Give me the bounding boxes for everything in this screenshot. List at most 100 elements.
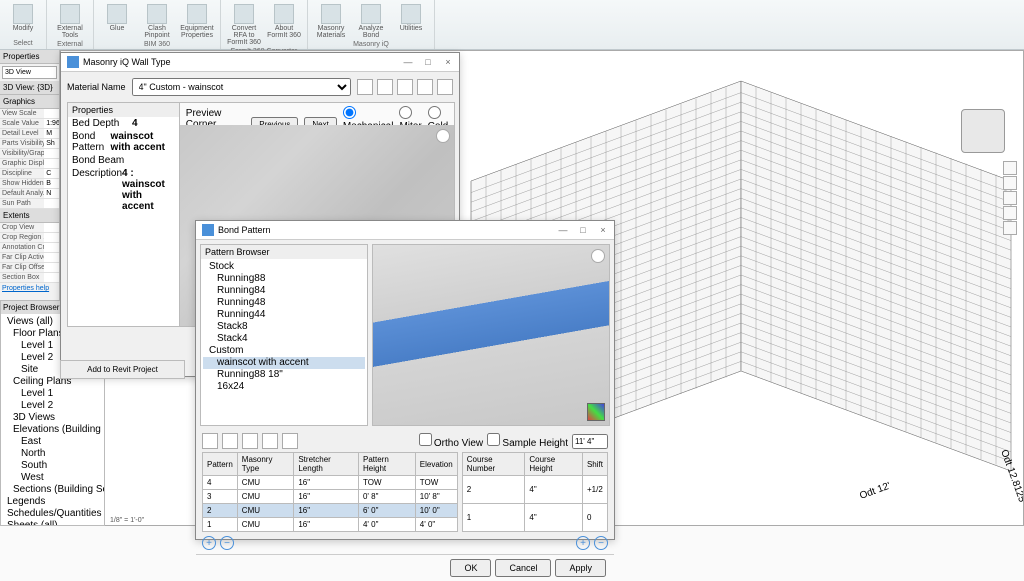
- table-row[interactable]: 14"0: [462, 504, 607, 532]
- sample-height-input[interactable]: [572, 434, 608, 449]
- property-row[interactable]: Annotation Cr...: [0, 243, 59, 253]
- add-to-revit-button[interactable]: Add to Revit Project: [60, 360, 185, 379]
- close-button[interactable]: ×: [443, 57, 453, 67]
- remove-course-icon[interactable]: −: [594, 536, 608, 550]
- tree-item[interactable]: Schedules/Quantities: [3, 508, 102, 520]
- material-name-select[interactable]: 4" Custom - wainscot: [132, 78, 351, 96]
- table-row[interactable]: 1CMU16"4' 0"4' 0": [203, 518, 458, 532]
- pattern-tree-item[interactable]: wainscot with accent: [203, 357, 365, 369]
- table-row[interactable]: 2CMU16"6' 0"10' 0": [203, 504, 458, 518]
- table-row[interactable]: 24"+1/2: [462, 476, 607, 504]
- tree-item[interactable]: Level 2: [3, 400, 102, 412]
- pattern-tree-item[interactable]: Running48: [203, 297, 365, 309]
- close-button[interactable]: ×: [598, 225, 608, 235]
- tree-item[interactable]: West: [3, 472, 102, 484]
- property-row[interactable]: View Scale: [0, 109, 59, 119]
- view-type-selector[interactable]: 3D View: [2, 66, 57, 79]
- save-pattern-icon[interactable]: [242, 433, 258, 449]
- ribbon: ModifySelectExternal ToolsExternalGlueCl…: [0, 0, 1024, 50]
- property-row[interactable]: Graphic Displ...: [0, 159, 59, 169]
- ortho-view-checkbox[interactable]: Ortho View: [419, 433, 484, 449]
- tree-item[interactable]: 3D Views: [3, 412, 102, 424]
- tree-item[interactable]: Sheets (all): [3, 520, 102, 526]
- add-course-icon[interactable]: +: [576, 536, 590, 550]
- properties-help-link[interactable]: Properties help: [0, 283, 59, 294]
- pattern-tree-item[interactable]: Running44: [203, 309, 365, 321]
- tree-item[interactable]: South: [3, 460, 102, 472]
- tree-item[interactable]: East: [3, 436, 102, 448]
- tree-item[interactable]: Elevations (Building Elevation): [3, 424, 102, 436]
- remove-row-icon[interactable]: −: [220, 536, 234, 550]
- cancel-button[interactable]: Cancel: [495, 559, 551, 577]
- ribbon-button[interactable]: Analyze Bond: [352, 2, 390, 41]
- tree-item[interactable]: North: [3, 448, 102, 460]
- ribbon-button[interactable]: Convert RFA to FormIt 360: [225, 2, 263, 48]
- property-row[interactable]: Scale Value1:96: [0, 119, 59, 129]
- pattern-tree-item[interactable]: Stock: [203, 261, 365, 273]
- copy-pattern-icon[interactable]: [222, 433, 238, 449]
- pattern-tree-item[interactable]: Running84: [203, 285, 365, 297]
- sample-height-checkbox[interactable]: Sample Height: [487, 433, 568, 449]
- view-cube-icon[interactable]: [587, 403, 605, 421]
- ribbon-button[interactable]: Utilities: [392, 2, 430, 41]
- pattern-tree-item[interactable]: 16x24: [203, 381, 365, 393]
- minimize-button[interactable]: —: [403, 57, 413, 67]
- export-icon[interactable]: [437, 79, 453, 95]
- tree-item[interactable]: Level 1: [3, 388, 102, 400]
- ribbon-button[interactable]: Glue: [98, 2, 136, 41]
- minimize-button[interactable]: —: [558, 225, 568, 235]
- ribbon-button[interactable]: Masonry Materials: [312, 2, 350, 41]
- nav-zoom-icon[interactable]: [1003, 206, 1017, 220]
- pattern-tree-item[interactable]: Stack4: [203, 333, 365, 345]
- add-row-icon[interactable]: +: [202, 536, 216, 550]
- property-row[interactable]: Crop Region ...: [0, 233, 59, 243]
- ribbon-button[interactable]: Modify: [4, 2, 42, 34]
- maximize-button[interactable]: □: [423, 57, 433, 67]
- ribbon-button[interactable]: Equipment Properties: [178, 2, 216, 41]
- property-row[interactable]: Crop View: [0, 223, 59, 233]
- extents-header: Extents: [0, 209, 59, 223]
- pattern-tree-item[interactable]: Custom: [203, 345, 365, 357]
- home-icon[interactable]: [591, 249, 605, 263]
- property-row[interactable]: Default Analy...N: [0, 189, 59, 199]
- app-icon: [67, 56, 79, 68]
- pattern-tree-item[interactable]: Running88 18": [203, 369, 365, 381]
- course-table[interactable]: Course NumberCourse HeightShift24"+1/214…: [462, 452, 608, 532]
- table-row[interactable]: 4CMU16"TOWTOW: [203, 476, 458, 490]
- ribbon-button[interactable]: Clash Pinpoint: [138, 2, 176, 41]
- home-icon[interactable]: [436, 129, 450, 143]
- nav-home-icon[interactable]: [1003, 161, 1017, 175]
- tree-item[interactable]: Sections (Building Section): [3, 484, 102, 496]
- ok-button[interactable]: OK: [450, 559, 491, 577]
- pattern-table[interactable]: PatternMasonry TypeStretcher LengthPatte…: [202, 452, 458, 532]
- property-row[interactable]: Visibility/Grap...: [0, 149, 59, 159]
- pattern-tree-item[interactable]: Running88: [203, 273, 365, 285]
- pattern-tree-item[interactable]: Stack8: [203, 321, 365, 333]
- save-icon[interactable]: [397, 79, 413, 95]
- pattern-preview[interactable]: [372, 244, 610, 426]
- nav-pan-icon[interactable]: [1003, 191, 1017, 205]
- property-row[interactable]: Far Clip Offset: [0, 263, 59, 273]
- property-row[interactable]: Far Clip Active: [0, 253, 59, 263]
- ribbon-button[interactable]: External Tools: [51, 2, 89, 41]
- export-pattern-icon[interactable]: [282, 433, 298, 449]
- property-row[interactable]: Parts VisibilitySh: [0, 139, 59, 149]
- new-icon[interactable]: [357, 79, 373, 95]
- import-pattern-icon[interactable]: [262, 433, 278, 449]
- view-cube[interactable]: [961, 109, 1005, 153]
- property-row[interactable]: DisciplineC: [0, 169, 59, 179]
- table-row[interactable]: 3CMU16"0' 8"10' 8": [203, 490, 458, 504]
- property-row[interactable]: Show Hidden ...B: [0, 179, 59, 189]
- apply-button[interactable]: Apply: [555, 559, 606, 577]
- nav-wheel-icon[interactable]: [1003, 176, 1017, 190]
- ribbon-button[interactable]: About FormIt 360: [265, 2, 303, 48]
- tree-item[interactable]: Legends: [3, 496, 102, 508]
- import-icon[interactable]: [417, 79, 433, 95]
- copy-icon[interactable]: [377, 79, 393, 95]
- property-row[interactable]: Section Box: [0, 273, 59, 283]
- maximize-button[interactable]: □: [578, 225, 588, 235]
- new-pattern-icon[interactable]: [202, 433, 218, 449]
- nav-orbit-icon[interactable]: [1003, 221, 1017, 235]
- property-row[interactable]: Sun Path: [0, 199, 59, 209]
- property-row[interactable]: Detail LevelM: [0, 129, 59, 139]
